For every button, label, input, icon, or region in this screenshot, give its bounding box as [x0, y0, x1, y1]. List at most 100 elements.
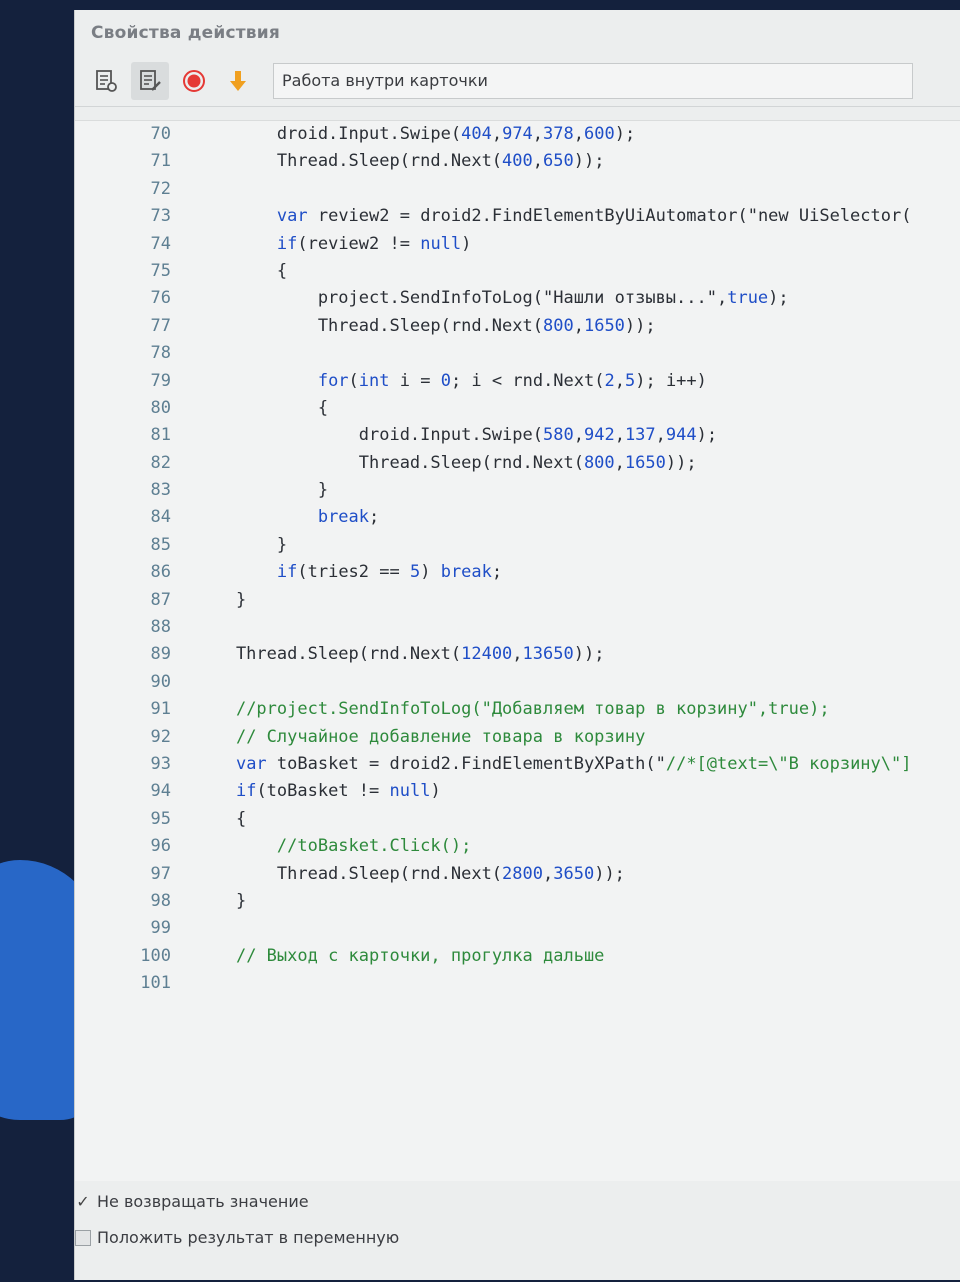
document-edit-button[interactable] — [131, 62, 169, 100]
code-text: } — [195, 589, 247, 610]
line-number: 70 — [150, 124, 171, 144]
code-text: { — [195, 260, 288, 281]
line-number: 75 — [150, 260, 171, 281]
code-line: 99 — [75, 915, 960, 942]
code-line: 73 var review2 = droid2.FindElementByUiA… — [75, 203, 960, 230]
checkbox-icon — [75, 1229, 91, 1246]
code-editor[interactable]: 70 droid.Input.Swipe(404,974,378,600); 71… — [75, 120, 960, 1181]
action-name-field[interactable]: Работа внутри карточки — [273, 63, 913, 99]
code-text: // Случайное добавление товара в корзину — [235, 726, 646, 747]
code-text: var toBasket = droid2.FindElementByXPath… — [235, 753, 912, 774]
code-text: } — [195, 534, 288, 555]
result-options: ✓ Не возвращать значение Положить резуль… — [75, 1192, 960, 1282]
code-line: 95 { — [75, 806, 960, 833]
line-number: 83 — [150, 480, 171, 501]
record-icon — [183, 70, 205, 92]
line-number: 87 — [150, 589, 171, 610]
code-text: // Выход с карточки, прогулка дальше — [235, 945, 605, 966]
store-result-option[interactable]: Положить результат в переменную — [75, 1228, 399, 1247]
action-properties-panel: Свойства действия Работа внутри карточки… — [74, 10, 960, 1280]
toolbar: Работа внутри карточки — [75, 56, 960, 107]
code-text: if(toBasket != null) — [235, 781, 441, 802]
code-line: 81 droid.Input.Swipe(580,942,137,944); — [75, 422, 960, 449]
code-text: var review2 = droid2.FindElementByUiAuto… — [276, 206, 912, 227]
code-text: Thread.Sleep(rnd.Next(400,650)); — [195, 151, 605, 172]
code-text: for(int i = 0; i < rnd.Next(2,5); i++) — [317, 370, 707, 391]
arrow-down-icon — [230, 71, 246, 91]
step-into-button[interactable] — [219, 62, 257, 100]
code-line: 100 // Выход с карточки, прогулка дальше — [75, 943, 960, 970]
line-number: 82 — [150, 452, 171, 473]
panel-title: Свойства действия — [91, 23, 280, 43]
line-number: 98 — [150, 890, 171, 911]
code-text: Thread.Sleep(rnd.Next(800,1650)); — [195, 452, 697, 473]
code-text: if(tries2 == 5) break; — [276, 562, 503, 583]
code-line: 75 { — [75, 258, 960, 285]
code-line: 87 } — [75, 587, 960, 614]
code-line: 70 droid.Input.Swipe(404,974,378,600); — [75, 121, 960, 148]
code-text: if(review2 != null) — [276, 233, 472, 254]
code-text: } — [195, 890, 247, 911]
code-line: 88 — [75, 614, 960, 641]
line-number: 79 — [150, 370, 171, 391]
code-line: 77 Thread.Sleep(rnd.Next(800,1650)); — [75, 313, 960, 340]
line-number: 76 — [150, 288, 171, 309]
code-line: 89 Thread.Sleep(rnd.Next(12400,13650)); — [75, 641, 960, 668]
code-line: 90 — [75, 669, 960, 696]
code-text: { — [195, 397, 329, 418]
line-number: 74 — [150, 233, 171, 254]
no-return-option[interactable]: ✓ Не возвращать значение — [75, 1192, 309, 1211]
document-edit-icon — [140, 70, 161, 91]
code-line: 92 // Случайное добавление товара в корз… — [75, 724, 960, 751]
code-text: Thread.Sleep(rnd.Next(800,1650)); — [195, 315, 656, 336]
code-line: 80 { — [75, 395, 960, 422]
checkmark-icon: ✓ — [76, 1192, 90, 1211]
line-number: 94 — [150, 781, 171, 802]
code-line: 76 project.SendInfoToLog("Нашли отзывы..… — [75, 285, 960, 312]
line-number: 97 — [150, 863, 171, 884]
store-result-label: Положить результат в переменную — [97, 1228, 400, 1247]
code-line: 83 } — [75, 477, 960, 504]
document-settings-button[interactable] — [87, 62, 125, 100]
code-text: project.SendInfoToLog("Нашли отзывы...",… — [195, 288, 789, 309]
document-settings-icon — [96, 70, 117, 92]
line-number: 95 — [150, 808, 171, 829]
line-number: 73 — [150, 206, 171, 227]
line-number: 80 — [150, 397, 171, 418]
line-number: 99 — [150, 918, 171, 939]
line-number: 91 — [150, 699, 171, 720]
no-return-label: Не возвращать значение — [97, 1192, 309, 1211]
code-line: 91 //project.SendInfoToLog("Добавляем то… — [75, 696, 960, 723]
code-line: 84 break; — [75, 504, 960, 531]
line-number: 89 — [150, 644, 171, 665]
code-text: } — [195, 480, 329, 501]
line-number: 101 — [140, 973, 171, 994]
line-number: 88 — [150, 617, 171, 638]
code-text: break; — [317, 507, 380, 528]
code-line: 78 — [75, 340, 960, 367]
code-text: droid.Input.Swipe(404,974,378,600); — [195, 124, 636, 144]
code-line: 85 } — [75, 532, 960, 559]
code-text: { — [195, 808, 247, 829]
code-line: 86 if(tries2 == 5) break; — [75, 559, 960, 586]
line-number: 93 — [150, 753, 171, 774]
code-text: //toBasket.Click(); — [276, 836, 472, 857]
code-line: 79 for(int i = 0; i < rnd.Next(2,5); i++… — [75, 368, 960, 395]
code-line: 74 if(review2 != null) — [75, 231, 960, 258]
code-line: 96 //toBasket.Click(); — [75, 833, 960, 860]
code-line: 98 } — [75, 888, 960, 915]
line-number: 100 — [140, 945, 171, 966]
code-line: 72 — [75, 176, 960, 203]
code-line: 82 Thread.Sleep(rnd.Next(800,1650)); — [75, 450, 960, 477]
code-line: 71 Thread.Sleep(rnd.Next(400,650)); — [75, 148, 960, 175]
code-line: 93 var toBasket = droid2.FindElementByXP… — [75, 751, 960, 778]
line-number: 85 — [150, 534, 171, 555]
record-button[interactable] — [175, 62, 213, 100]
code-text: Thread.Sleep(rnd.Next(2800,3650)); — [195, 863, 625, 884]
line-number: 92 — [150, 726, 171, 747]
code-text: //project.SendInfoToLog("Добавляем товар… — [235, 699, 830, 720]
line-number: 77 — [150, 315, 171, 336]
line-number: 96 — [150, 836, 171, 857]
line-number: 71 — [150, 151, 171, 172]
line-number: 78 — [150, 343, 171, 364]
